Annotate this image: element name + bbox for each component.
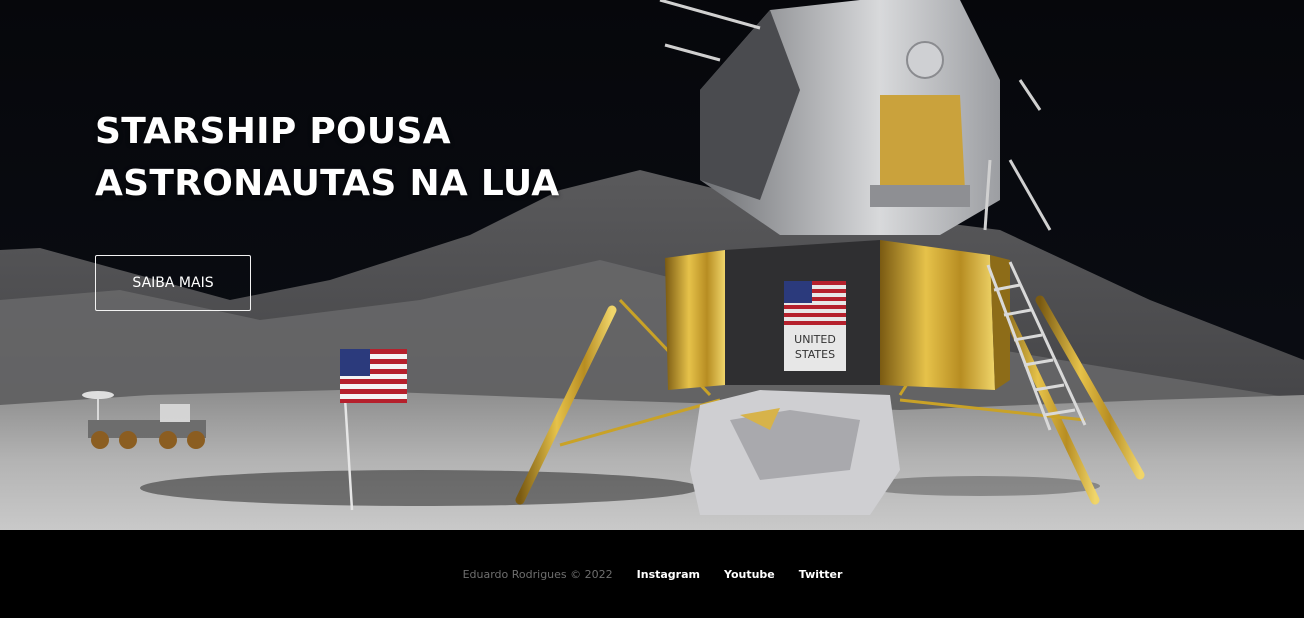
- youtube-link[interactable]: Youtube: [724, 568, 775, 581]
- footer-content: Eduardo Rodrigues © 2022 Instagram Youtu…: [463, 568, 843, 581]
- hero-title: STARSHIP POUSA ASTRONAUTAS NA LUA: [95, 106, 559, 210]
- lm-flag-label-line1: UNITED: [794, 333, 836, 346]
- saiba-mais-button[interactable]: SAIBA MAIS: [95, 255, 251, 311]
- site-footer: Eduardo Rodrigues © 2022 Instagram Youtu…: [0, 530, 1304, 618]
- twitter-link[interactable]: Twitter: [799, 568, 843, 581]
- lm-flag-label-line2: STATES: [795, 348, 835, 361]
- hero-title-line1: STARSHIP POUSA: [95, 111, 451, 152]
- instagram-link[interactable]: Instagram: [637, 568, 700, 581]
- copyright-text: Eduardo Rodrigues © 2022: [462, 567, 613, 581]
- hero-title-line2: ASTRONAUTAS NA LUA: [95, 163, 560, 204]
- hero-banner: UNITED STATES STARSHIP POUSA ASTRONAUTAS…: [0, 0, 1304, 530]
